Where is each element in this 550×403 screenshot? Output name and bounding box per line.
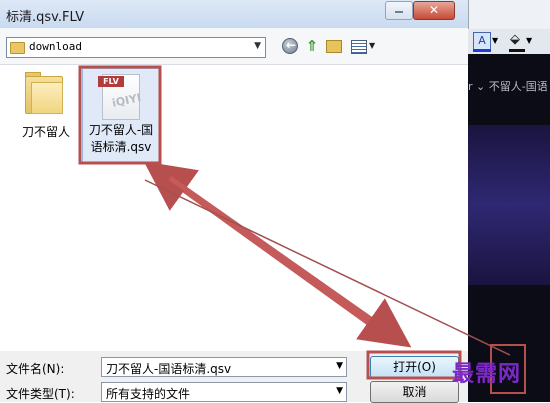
filetype-value: 所有支持的文件 xyxy=(106,387,191,401)
location-toolbar: download ▼ ← ⇑ ▼ xyxy=(0,28,468,65)
location-value: download xyxy=(29,40,82,53)
background-app-panel: A ▼ ⬙ ▼ r ⌄ 不留人-国语 xyxy=(468,0,550,402)
filetype-label: 文件类型(T): xyxy=(6,387,75,401)
open-button[interactable]: 打开(O) xyxy=(370,356,459,378)
back-button[interactable]: ← xyxy=(282,38,298,54)
folder-icon xyxy=(10,42,25,54)
file-label-line1: 刀不留人-国 xyxy=(88,123,154,137)
cancel-button[interactable]: 取消 xyxy=(370,381,459,403)
up-folder-button[interactable]: ⇑ xyxy=(304,38,320,54)
chevron-down-icon[interactable]: ▼ xyxy=(336,361,343,371)
view-menu-button[interactable] xyxy=(351,40,367,54)
chevron-down-icon[interactable]: ▼ xyxy=(254,41,261,51)
minimize-icon xyxy=(395,11,403,13)
background-breadcrumb: r ⌄ 不留人-国语 xyxy=(468,80,548,93)
file-label-line2: 语标清.qsv xyxy=(90,140,152,154)
video-file-icon[interactable]: FLV iQIYI xyxy=(98,72,142,120)
chevron-down-icon[interactable]: ▼ xyxy=(492,36,498,45)
file-item-label[interactable]: 刀不留人-国 语标清.qsv xyxy=(86,122,156,156)
minimize-button[interactable] xyxy=(385,1,413,20)
new-folder-button[interactable] xyxy=(326,40,342,53)
location-combo[interactable]: download ▼ xyxy=(6,37,266,58)
filetype-select[interactable]: 所有支持的文件 ▼ xyxy=(101,382,347,402)
watermark-logo: 最需网 xyxy=(452,361,522,387)
file-list xyxy=(0,65,468,351)
folder-item-label[interactable]: 刀不留人 xyxy=(22,123,70,140)
filename-label: 文件名(N): xyxy=(6,362,65,376)
filename-value: 刀不留人-国语标清.qsv xyxy=(106,362,232,376)
filename-field[interactable]: 刀不留人-国语标清.qsv ▼ xyxy=(101,357,347,377)
close-icon: ✕ xyxy=(428,3,440,17)
chevron-down-icon[interactable]: ▼ xyxy=(336,386,343,396)
title-bar: 标清.qsv.FLV ✕ xyxy=(0,0,468,29)
view-dropdown-icon[interactable]: ▼ xyxy=(369,41,375,50)
font-color-button[interactable]: A xyxy=(473,32,491,50)
close-button[interactable]: ✕ xyxy=(413,1,455,20)
flv-badge: FLV xyxy=(98,76,124,87)
chevron-down-icon[interactable]: ▼ xyxy=(526,36,532,45)
fill-bucket-icon[interactable]: ⬙ xyxy=(510,32,520,47)
format-ribbon: A ▼ ⬙ ▼ xyxy=(468,29,550,54)
folder-item-icon[interactable] xyxy=(25,72,63,114)
window-title: 标清.qsv.FLV xyxy=(6,10,85,25)
back-arrow-icon: ← xyxy=(286,38,297,52)
video-preview xyxy=(468,125,550,285)
